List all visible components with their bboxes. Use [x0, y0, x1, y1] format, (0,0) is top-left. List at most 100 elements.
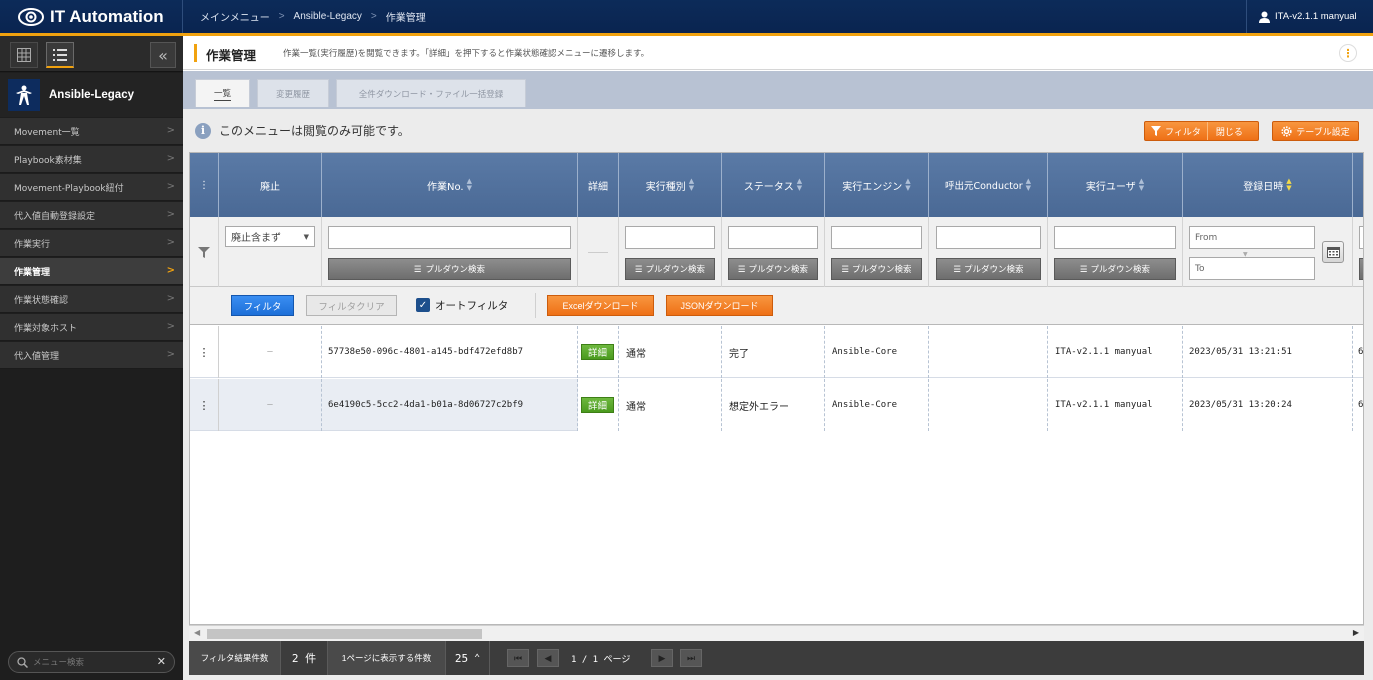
info-icon: i: [195, 122, 211, 139]
eye-logo-icon: [18, 7, 44, 26]
user-pulldown-button[interactable]: ☰ プルダウン検索: [1054, 258, 1176, 280]
table-settings-button[interactable]: テーブル設定: [1272, 121, 1359, 141]
user-menu[interactable]: ITA-v2.1.1 manyual: [1246, 0, 1373, 33]
scroll-left-icon[interactable]: ◀: [194, 628, 200, 637]
next-pulldown-button[interactable]: [1359, 258, 1363, 280]
discard-mark: —: [267, 400, 273, 410]
filter-cell-discard: 廃止含まず ▼: [219, 217, 322, 287]
conductor-cell: [929, 326, 1048, 378]
per-page-select[interactable]: 25 ⌃: [446, 641, 490, 675]
status-pulldown-button[interactable]: ☰ プルダウン検索: [728, 258, 818, 280]
column-header-registered[interactable]: 登録日時 ▲ ▼: [1183, 153, 1353, 217]
conductor-filter-input[interactable]: [936, 226, 1041, 249]
sidebar-item-status-check[interactable]: 作業状態確認 >: [0, 286, 183, 313]
engine-pulldown-button[interactable]: ☰ プルダウン検索: [831, 258, 922, 280]
conductor-cell: [929, 379, 1048, 431]
sort-icon: ▲ ▼: [466, 177, 472, 192]
column-header-job-no[interactable]: 作業No. ▲ ▼: [322, 153, 578, 217]
list-icon: ☰: [413, 263, 422, 274]
job-no-pulldown-button[interactable]: ☰ プルダウン検索: [328, 258, 571, 280]
filter-button[interactable]: フィルタ: [231, 295, 294, 316]
date-to-input[interactable]: To: [1189, 257, 1315, 280]
prev-page-button[interactable]: ◀: [537, 649, 559, 667]
filter-clear-button[interactable]: フィルタクリア: [306, 295, 397, 316]
first-page-button[interactable]: ⏮: [507, 649, 529, 667]
scrollbar-thumb[interactable]: [207, 629, 482, 639]
sidebar-item-movement-playbook[interactable]: Movement-Playbook紐付 >: [0, 174, 183, 201]
sidebar-item-job-management[interactable]: 作業管理 >: [0, 258, 183, 285]
column-menu-button[interactable]: ⋮: [190, 153, 219, 217]
page-menu-button[interactable]: ⋮: [1339, 44, 1357, 62]
filter-toggle-button[interactable]: フィルタ 閉じる: [1144, 121, 1259, 141]
next-filter-input[interactable]: [1359, 226, 1363, 249]
clear-search-icon[interactable]: ✕: [157, 655, 166, 668]
sort-icon: ▲ ▼: [1138, 177, 1145, 192]
sidebar-item-playbook[interactable]: Playbook素材集 >: [0, 146, 183, 173]
next-value: 6: [1358, 347, 1364, 357]
job-no-cell: 6e4190c5-5cc2-4da1-b01a-8d06727c2bf9: [322, 379, 578, 431]
scroll-right-icon[interactable]: ▶: [1353, 628, 1359, 637]
horizontal-scrollbar[interactable]: ◀ ▶: [189, 625, 1364, 641]
column-label: ステータス: [743, 181, 794, 193]
kebab-icon: ⋮: [198, 398, 210, 412]
breadcrumb-item-ansible-legacy[interactable]: Ansible-Legacy: [294, 11, 362, 22]
exec-type-filter-input[interactable]: [625, 226, 715, 249]
detail-button[interactable]: 詳細: [581, 344, 614, 360]
date-from-input[interactable]: From: [1189, 226, 1315, 249]
discard-select[interactable]: 廃止含まず ▼: [225, 226, 315, 247]
sidebar-collapse-button[interactable]: «: [150, 42, 176, 68]
column-header-detail[interactable]: 詳細: [578, 153, 619, 217]
pulldown-label: プルダウン検索: [425, 264, 486, 274]
column-header-status[interactable]: ステータス ▲ ▼: [722, 153, 825, 217]
engine-filter-input[interactable]: [831, 226, 922, 249]
data-table: ⋮ 廃止 作業No. ▲ ▼ 詳細 実行種別 ▲ ▼ ステータス ▲ ▼ 実行エンジン ▲ ▼ …: [189, 152, 1364, 625]
sidebar-item-movement-list[interactable]: Movement一覧 >: [0, 118, 183, 145]
exec-type-pulldown-button[interactable]: ☰ プルダウン検索: [625, 258, 715, 280]
column-label: 登録日時: [1243, 181, 1284, 193]
user-filter-input[interactable]: [1054, 226, 1176, 249]
json-download-button[interactable]: JSONダウンロード: [666, 295, 773, 316]
chevron-up-icon: ⌃: [474, 652, 481, 664]
column-header-engine[interactable]: 実行エンジン ▲ ▼: [825, 153, 929, 217]
app-logo[interactable]: IT Automation: [0, 0, 183, 33]
auto-filter-checkbox[interactable]: ✓: [416, 298, 430, 312]
exec-type-value: 通常: [626, 348, 646, 360]
menu-search-input[interactable]: メニュー検索 ✕: [8, 651, 175, 673]
tab-history[interactable]: 変更履歴: [257, 79, 329, 107]
detail-cell: 詳細: [578, 379, 619, 431]
grid-view-button[interactable]: [10, 42, 38, 68]
list-view-button[interactable]: [46, 42, 74, 68]
breadcrumb-item-main-menu[interactable]: メインメニュー: [200, 9, 270, 24]
prev-page-icon: ◀: [544, 652, 552, 663]
job-no-value: 6e4190c5-5cc2-4da1-b01a-8d06727c2bf9: [328, 400, 524, 410]
registered-cell: 2023/05/31 13:21:51: [1183, 326, 1353, 378]
excel-download-button[interactable]: Excelダウンロード: [547, 295, 654, 316]
empty-dash: [588, 252, 608, 253]
last-page-button[interactable]: ⏭: [680, 649, 702, 667]
title-accent-bar: [194, 44, 197, 62]
engine-value: Ansible-Core: [832, 347, 898, 357]
column-header-discard[interactable]: 廃止: [219, 153, 322, 217]
job-no-filter-input[interactable]: [328, 226, 571, 249]
breadcrumb-separator-icon: >: [370, 11, 377, 22]
sidebar-item-auto-register[interactable]: 代入値自動登録設定 >: [0, 202, 183, 229]
double-chevron-left-icon: «: [158, 45, 168, 65]
calendar-button[interactable]: [1322, 241, 1344, 263]
sidebar-item-value-management[interactable]: 代入値管理 >: [0, 342, 183, 369]
search-icon: [17, 656, 28, 668]
sidebar-item-execute[interactable]: 作業実行 >: [0, 230, 183, 257]
column-header-exec-type[interactable]: 実行種別 ▲ ▼: [619, 153, 722, 217]
filter-cell-detail: [578, 217, 619, 287]
row-menu-button[interactable]: ⋮: [190, 326, 219, 378]
row-menu-button[interactable]: ⋮: [190, 379, 219, 431]
tab-bulk-download[interactable]: 全件ダウンロード・ファイル一括登録: [336, 79, 526, 107]
column-header-user[interactable]: 実行ユーザ ▲ ▼: [1048, 153, 1183, 217]
tab-list[interactable]: 一覧: [195, 79, 250, 107]
sidebar-item-target-host[interactable]: 作業対象ホスト >: [0, 314, 183, 341]
conductor-pulldown-button[interactable]: ☰ プルダウン検索: [936, 258, 1041, 280]
column-header-conductor[interactable]: 呼出元Conductor ▲ ▼: [929, 153, 1048, 217]
status-filter-input[interactable]: [728, 226, 818, 249]
next-page-button[interactable]: ▶: [651, 649, 673, 667]
detail-button[interactable]: 詳細: [581, 397, 614, 413]
status-value: 完了: [729, 348, 749, 360]
